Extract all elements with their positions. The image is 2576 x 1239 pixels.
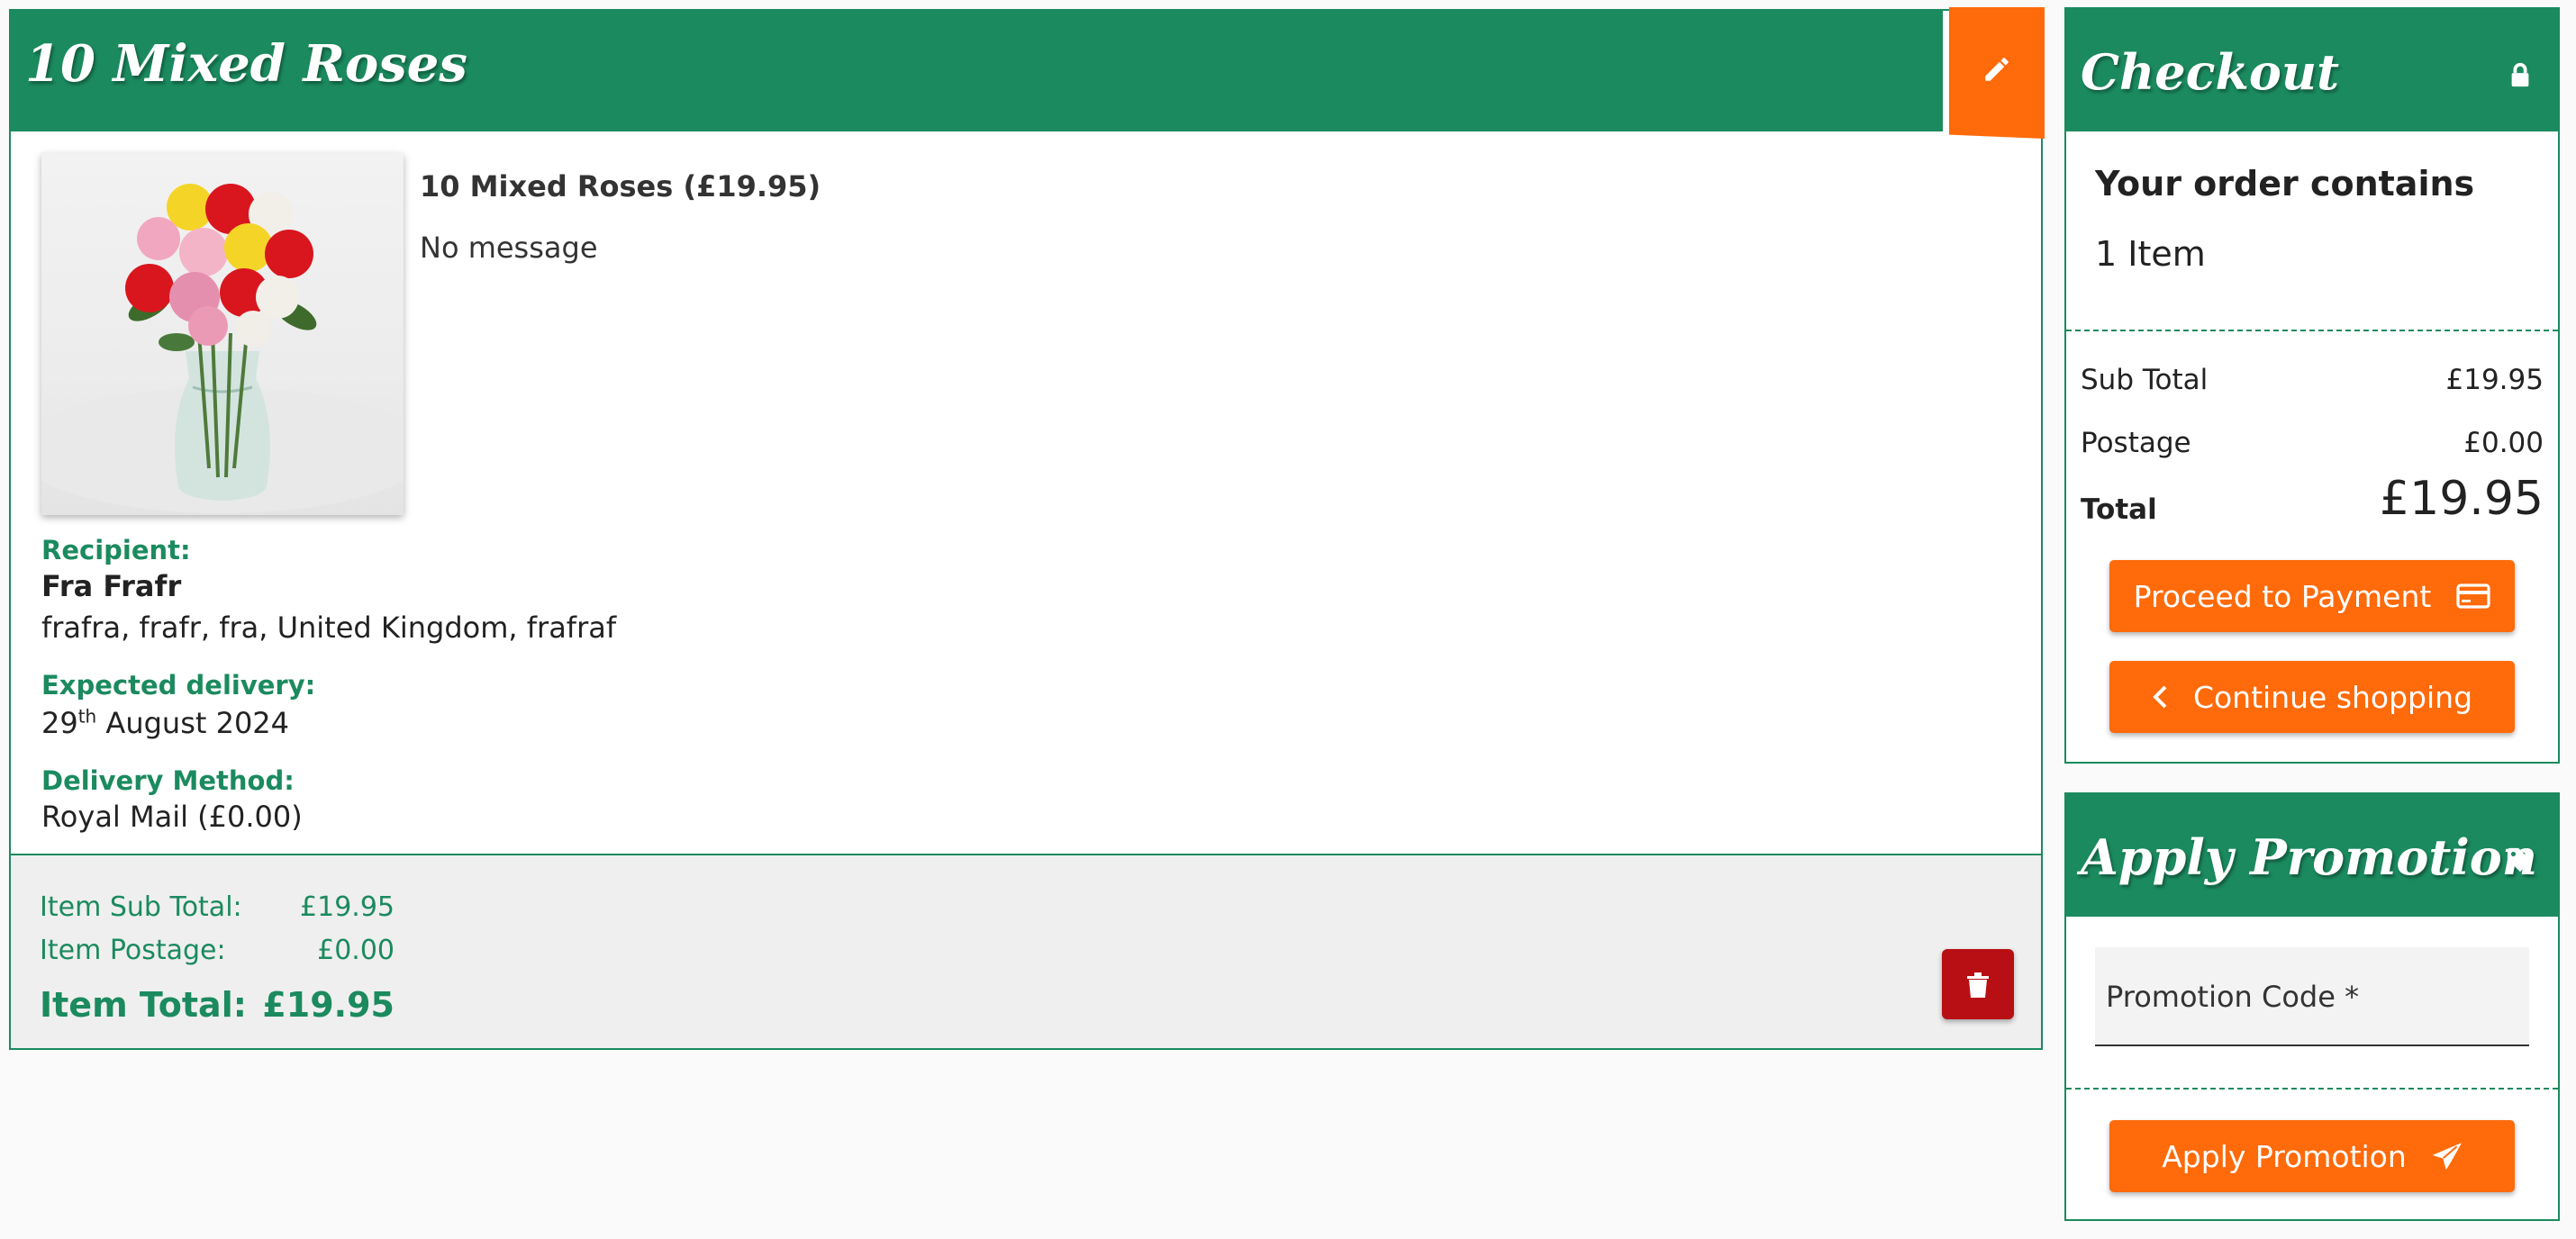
- promotion-title: Apply Promotion: [2081, 828, 2538, 886]
- expected-delivery-date: 29th August 2024: [41, 706, 289, 740]
- subtotal-value: £19.95: [2445, 364, 2544, 396]
- card-message: No message: [420, 231, 598, 265]
- order-item-count: 1 Item: [2095, 234, 2206, 274]
- order-summary-heading: Your order contains: [2095, 164, 2475, 203]
- promotion-code-field[interactable]: Promotion Code *: [2095, 947, 2529, 1046]
- total-label: Total: [2081, 493, 2157, 526]
- delivery-method-label: Delivery Method:: [41, 765, 295, 796]
- apply-promotion-label: Apply Promotion: [2162, 1138, 2407, 1174]
- item-postage-label: Item Postage:: [40, 935, 226, 966]
- divider: [2066, 1088, 2558, 1090]
- expected-delivery-label: Expected delivery:: [41, 670, 316, 701]
- checkout-header: Checkout: [2066, 9, 2558, 131]
- total-value: £19.95: [2380, 472, 2544, 526]
- postage-value: £0.00: [2463, 427, 2544, 459]
- roses-bouquet-image: [41, 184, 404, 513]
- promotion-code-label: Promotion Code *: [2106, 980, 2360, 1014]
- subtotal-label: Sub Total: [2081, 364, 2209, 396]
- promotion-header: Apply Promotion: [2066, 794, 2558, 917]
- postage-label: Postage: [2081, 427, 2191, 459]
- delete-item-button[interactable]: [1942, 949, 2014, 1019]
- proceed-to-payment-label: Proceed to Payment: [2133, 578, 2432, 614]
- credit-card-icon: [2456, 583, 2490, 609]
- trash-icon: [1967, 972, 1989, 998]
- divider: [2066, 330, 2558, 331]
- item-total-value: £19.95: [262, 985, 395, 1025]
- recipient-name: Fra Frafr: [41, 569, 182, 603]
- pencil-icon: [1985, 58, 2009, 81]
- item-postage-value: £0.00: [317, 935, 395, 966]
- item-title: 10 Mixed Roses: [25, 34, 467, 94]
- continue-shopping-button[interactable]: Continue shopping: [2109, 661, 2515, 733]
- promotion-panel: Apply Promotion Promotion Code * Apply P…: [2064, 792, 2560, 1221]
- continue-shopping-label: Continue shopping: [2192, 679, 2473, 715]
- recipient-address: frafra, frafr, fra, United Kingdom, fraf…: [41, 610, 617, 645]
- item-subtotal-label: Item Sub Total:: [40, 891, 242, 923]
- checkout-panel: Checkout Your order contains 1 Item Sub …: [2064, 7, 2560, 764]
- item-subtotal-value: £19.95: [300, 891, 395, 923]
- proceed-to-payment-button[interactable]: Proceed to Payment: [2109, 560, 2515, 632]
- paper-plane-icon: [2432, 1143, 2462, 1171]
- basket-item-card: 10 Mixed Roses 10 Mixed Roses (£19.95) N…: [9, 7, 2045, 1050]
- item-total-label: Item Total:: [40, 985, 247, 1025]
- delivery-month-year: August 2024: [96, 706, 290, 740]
- product-image: [41, 153, 404, 515]
- edit-item-button[interactable]: [1949, 7, 2045, 139]
- item-header: 10 Mixed Roses: [11, 11, 1943, 131]
- delivery-day-suffix: th: [77, 705, 97, 728]
- checkout-title: Checkout: [2081, 43, 2340, 101]
- item-totals-footer: Item Sub Total: £19.95 Item Postage: £0.…: [11, 854, 2041, 1048]
- product-name: 10 Mixed Roses (£19.95): [420, 169, 821, 203]
- delivery-method-value: Royal Mail (£0.00): [41, 800, 303, 834]
- chevron-left-icon: [2153, 685, 2167, 709]
- delivery-day: 29: [41, 706, 78, 740]
- apply-promotion-button[interactable]: Apply Promotion: [2109, 1120, 2515, 1192]
- lock-icon: [2511, 62, 2529, 87]
- tag-icon: [2507, 847, 2532, 873]
- recipient-label: Recipient:: [41, 535, 191, 565]
